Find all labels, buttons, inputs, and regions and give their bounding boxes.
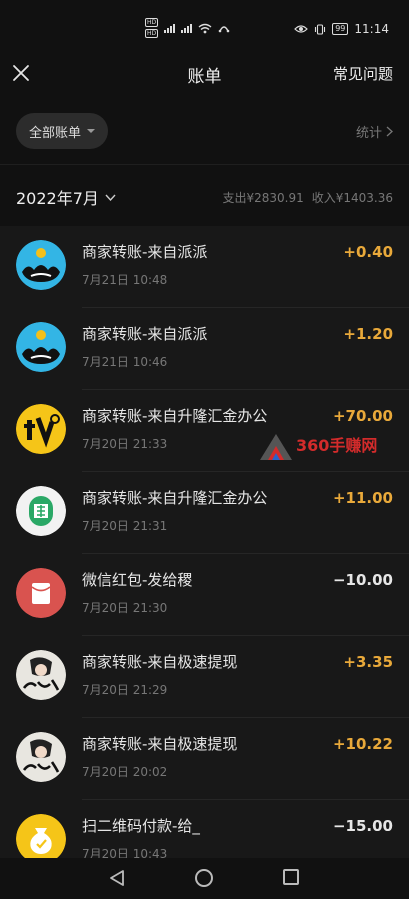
vibrate-icon [315,23,326,35]
month-label: 2022年7月 [16,189,99,208]
watermark-text: 360手赚网 [296,436,378,455]
red-packet-icon [16,568,66,618]
paipai-icon [16,240,66,290]
link-icon [218,26,230,33]
all-bills-label: 全部账单 [29,125,82,141]
chevron-right-icon [386,126,393,137]
chevron-down-icon [105,194,116,201]
transaction-time: 7月20日 21:30 [82,601,168,615]
clock: 11:14 [354,22,389,36]
faq-link[interactable]: 常见问题 [333,63,393,84]
transaction-row[interactable]: 商家转账-来自极速提现 7月20日 21:29 +3.35 [0,636,409,718]
signal-icon [164,23,176,33]
transaction-amount: +3.35 [343,653,393,671]
month-selector[interactable]: 2022年7月 [16,185,116,209]
xiuxian-icon [16,650,66,700]
caret-down-icon [87,129,96,133]
header: 账单 常见问题 [0,50,409,98]
transaction-amount: +0.40 [343,243,393,261]
transaction-time: 7月21日 10:48 [82,273,168,287]
eye-icon [294,25,309,33]
transaction-row[interactable]: 商家转账-来自极速提现 7月20日 20:02 +10.22 [0,718,409,800]
expense-total: 支出¥2830.91 [222,191,304,205]
month-header: 2022年7月 支出¥2830.91 收入¥1403.36 [0,164,409,226]
transaction-time: 7月20日 21:29 [82,683,168,697]
transaction-amount: −15.00 [332,817,393,835]
stats-label: 统计 [355,126,382,141]
hd-badge-top: HD [145,18,159,27]
transaction-time: 7月20日 10:43 [82,847,168,858]
transaction-time: 7月20日 20:02 [82,765,168,779]
paipai-icon [16,322,66,372]
month-summary: 支出¥2830.91 收入¥1403.36 [222,189,393,206]
transaction-title: 商家转账-来自派派 [82,243,208,261]
bill-list: 2022年7月 支出¥2830.91 收入¥1403.36 商家转账-来自派派 … [0,164,409,858]
transaction-amount: +10.22 [332,735,393,753]
all-bills-filter-button[interactable]: 全部账单 [16,113,109,149]
transaction-title: 商家转账-来自派派 [82,325,208,343]
transaction-title: 微信红包-发给稷 [82,571,193,589]
transaction-amount: +11.00 [332,489,393,507]
back-icon[interactable] [109,869,125,887]
transaction-time: 7月20日 21:33 [82,437,168,451]
transaction-row[interactable]: 微信红包-发给稷 7月20日 21:30 −10.00 [0,554,409,636]
signal-2-icon [181,23,193,33]
transaction-time: 7月20日 21:31 [82,519,168,533]
home-icon[interactable] [195,869,213,887]
recent-apps-icon[interactable] [283,869,299,885]
transaction-row[interactable]: 商家转账-来自派派 7月21日 10:46 +1.20 [0,308,409,390]
filter-row: 全部账单 统计 [0,98,409,164]
close-icon[interactable] [10,62,32,84]
transaction-row[interactable]: 商家转账-来自派派 7月21日 10:48 +0.40 [0,226,409,308]
transaction-amount: +1.20 [343,325,393,343]
status-bar: HD HD 99 11:14 [0,0,409,50]
miaodao-icon [16,404,66,454]
hd-badge-bottom: HD [145,29,159,38]
money-bag-icon [16,814,66,858]
transaction-rows: 商家转账-来自派派 7月21日 10:48 +0.40 商家转账-来自派派 7月… [0,226,409,858]
watermark-logo-icon [260,434,292,460]
transaction-time: 7月21日 10:46 [82,355,168,369]
transaction-amount: −10.00 [332,571,393,589]
transaction-title: 商家转账-来自升隆汇金办公 [82,489,268,507]
transaction-title: 商家转账-来自极速提现 [82,735,238,753]
stats-link[interactable]: 统计 [356,122,393,141]
transaction-title: 商家转账-来自极速提现 [82,653,238,671]
transaction-title: 扫二维码付款-给_ [82,817,200,835]
network-indicators: HD HD [145,18,230,38]
transaction-amount: +70.00 [332,407,393,425]
system-nav-bar [0,858,409,899]
transaction-row[interactable]: 扫二维码付款-给_ 7月20日 10:43 −15.00 [0,800,409,858]
transaction-row[interactable]: 商家转账-来自升隆汇金办公 7月20日 21:31 +11.00 [0,472,409,554]
status-right: 99 11:14 [294,22,389,36]
transaction-title: 商家转账-来自升隆汇金办公 [82,407,268,425]
battery-icon: 99 [332,23,349,35]
watermark: 360手赚网 [258,428,388,468]
hd-badges: HD HD [145,18,159,38]
income-total: 收入¥1403.36 [311,191,393,205]
green-badge-icon [16,486,66,536]
xiuxian-icon [16,732,66,782]
wifi-icon [198,23,212,33]
